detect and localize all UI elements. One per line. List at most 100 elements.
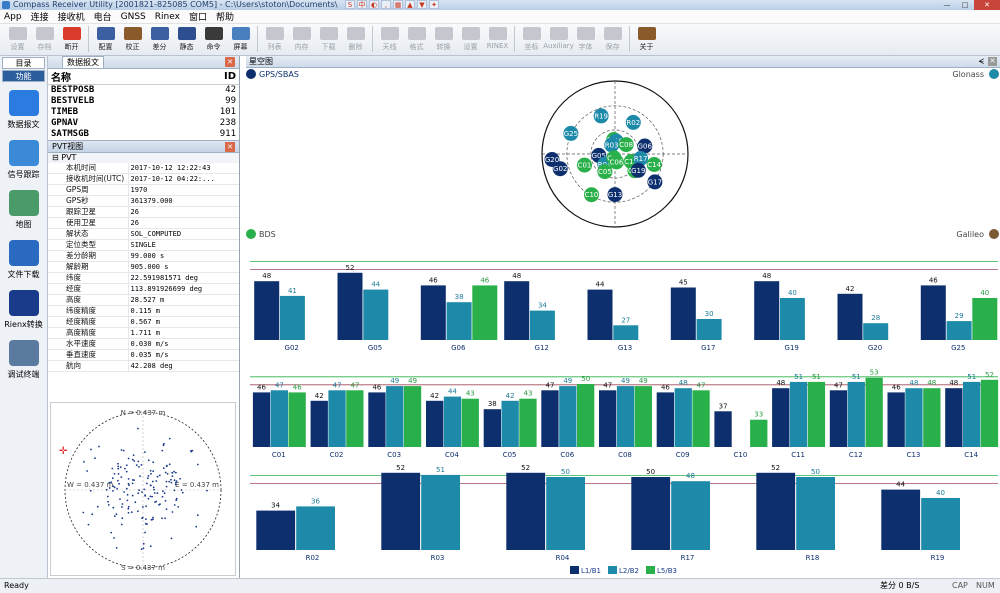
column-header-name[interactable]: 名称	[48, 69, 180, 85]
snr-group[interactable]: 48 34 G12	[504, 272, 555, 352]
toolbar-button[interactable]: 坐标	[518, 24, 545, 54]
nav-tab-functions[interactable]: 功能	[2, 70, 45, 82]
pvt-row[interactable]: 垂直速度 0.035 m/s	[48, 349, 239, 361]
snr-group[interactable]: 42 28 G20	[837, 285, 889, 352]
toolbar-button[interactable]: 断开	[58, 24, 85, 54]
toolbar-button[interactable]: RINEX	[484, 24, 511, 54]
pvt-row[interactable]: 本机时间 2017-10-12 12:22:43	[48, 163, 239, 174]
snr-group[interactable]: 45 30 G17	[670, 279, 722, 353]
satellite-marker[interactable]: R03	[604, 137, 620, 153]
snr-group[interactable]: 46 49 49 C03	[368, 377, 422, 459]
pvt-row[interactable]: GPS秒 361379.000	[48, 195, 239, 207]
nav-item[interactable]: 信号跟踪	[0, 135, 47, 185]
close-icon[interactable]: ✕	[974, 0, 1000, 10]
column-header-id[interactable]: ID	[179, 69, 239, 85]
satellite-marker[interactable]: C08	[618, 137, 634, 153]
satellite-marker[interactable]: G17	[647, 174, 663, 190]
pvt-row[interactable]: 经度精度 0.567 m	[48, 316, 239, 328]
table-row[interactable]: GPNAV 238	[48, 118, 239, 129]
snr-group[interactable]: 48 41 G02	[254, 272, 305, 352]
snr-group[interactable]: 47 51 53 C12	[829, 369, 883, 459]
toolbar-button[interactable]: 校正	[119, 24, 146, 54]
pvt-row[interactable]: 高度 28.527 m	[48, 294, 239, 306]
toolbar-button[interactable]: Auxiliary	[543, 24, 574, 54]
snr-group[interactable]: 46 29 40 G25	[920, 276, 998, 352]
snr-group[interactable]: 47 49 50 C06	[541, 375, 595, 459]
menu-item[interactable]: Rinex	[155, 12, 180, 22]
toolbar-button[interactable]: 设置	[4, 24, 31, 54]
pvt-row[interactable]: 接收机时间(UTC) 2017-10-12 04:22:...	[48, 173, 239, 185]
nav-item[interactable]: 地图	[0, 185, 47, 235]
table-row[interactable]: BESTPOSB 42	[48, 85, 239, 97]
toolbar-button[interactable]: 转换	[430, 24, 457, 54]
toolbar-button[interactable]: 屏幕	[227, 24, 254, 54]
toolbar-button[interactable]: 列表	[261, 24, 288, 54]
pvt-row[interactable]: 解状态 SOL_COMPUTED	[48, 228, 239, 240]
toolbar-button[interactable]: 字体	[572, 24, 599, 54]
snr-group[interactable]: 48 40 G19	[754, 272, 805, 352]
pvt-row[interactable]: 使用卫星 26	[48, 217, 239, 229]
satellite-marker[interactable]: C05	[597, 164, 613, 180]
satellite-marker[interactable]: R02	[625, 114, 641, 130]
ime-moon-icon[interactable]: ◐	[369, 0, 379, 9]
table-row[interactable]: BESTVELB 99	[48, 96, 239, 107]
toolbar-button[interactable]: 存档	[31, 24, 58, 54]
pin-icon[interactable]: ᗕ	[978, 56, 984, 67]
satellite-marker[interactable]: C10	[584, 187, 599, 203]
snr-group[interactable]: 34 36 R02	[256, 497, 335, 562]
snr-group[interactable]: 46 38 46 G06	[420, 276, 498, 352]
snr-group[interactable]: 44 27 G13	[587, 281, 639, 352]
tab-data-messages[interactable]: 数据报文	[62, 56, 104, 68]
snr-group[interactable]: 46 47 46 C01	[252, 381, 306, 459]
snr-group[interactable]: 52 50 R04	[506, 464, 585, 562]
ime-punct-icon[interactable]: ,	[381, 0, 391, 9]
snr-group[interactable]: 52 44 G05	[337, 264, 389, 352]
toolbar-button[interactable]: 设置	[457, 24, 484, 54]
snr-group[interactable]: 42 44 43 C04	[426, 388, 479, 459]
satellite-marker[interactable]: C14	[646, 157, 662, 172]
menu-item[interactable]: GNSS	[121, 12, 146, 22]
toolbar-button[interactable]: 格式	[403, 24, 430, 54]
snr-group[interactable]: 42 47 47 C02	[310, 381, 364, 459]
ime-shirt-icon[interactable]: ▼	[417, 0, 427, 9]
menu-item[interactable]: 窗口	[189, 10, 207, 23]
menu-item[interactable]: 帮助	[216, 10, 234, 23]
satellite-marker[interactable]: G13	[607, 187, 623, 203]
close-icon[interactable]: ✕	[988, 57, 997, 66]
snr-group[interactable]: 46 48 48 C13	[887, 379, 941, 459]
satellite-marker[interactable]: R19	[593, 108, 609, 124]
snr-group[interactable]: 46 48 47 C09	[656, 379, 710, 459]
toolbar-button[interactable]: 命令	[200, 24, 227, 54]
minimize-icon[interactable]: —	[938, 0, 956, 10]
toolbar-button[interactable]: 静态	[173, 24, 200, 54]
toolbar-button[interactable]: 差分	[146, 24, 173, 54]
toolbar-button[interactable]: 关于	[633, 24, 660, 54]
table-row[interactable]: TIMEB 101	[48, 107, 239, 118]
pvt-row[interactable]: 差分龄期 99.000 s	[48, 250, 239, 262]
nav-item[interactable]: 数据报文	[0, 85, 47, 135]
nav-item[interactable]: Rienx转换	[0, 285, 47, 335]
nav-item[interactable]: 调试终端	[0, 335, 47, 385]
ime-tool-icon[interactable]: ✦	[429, 0, 439, 9]
ime-user-icon[interactable]: ▲	[405, 0, 415, 9]
ime-toolbar[interactable]: S 中 ◐, ▦ ▲ ▼ ✦	[345, 0, 465, 10]
pvt-row[interactable]: 航向 42.208 deg	[48, 360, 239, 372]
table-row[interactable]: SATMSGB 911	[48, 129, 239, 140]
pvt-row[interactable]: 纬度 22.591981571 deg	[48, 272, 239, 284]
satellite-marker[interactable]: G20	[544, 152, 560, 167]
snr-group[interactable]: 52 50 R18	[756, 464, 835, 562]
pvt-group[interactable]: ⊟ PVT	[48, 153, 239, 163]
pvt-row[interactable]: 纬度精度 0.115 m	[48, 305, 239, 317]
close-icon[interactable]: ✕	[225, 142, 235, 152]
toolbar-button[interactable]: 天线	[376, 24, 403, 54]
pvt-row[interactable]: 解龄期 905.000 s	[48, 261, 239, 273]
toolbar-button[interactable]: 保存	[599, 24, 626, 54]
menu-item[interactable]: App	[4, 12, 22, 22]
ime-s-icon[interactable]: S	[345, 0, 355, 9]
ime-keyboard-icon[interactable]: ▦	[393, 0, 403, 9]
snr-group[interactable]: 50 48 R17	[631, 468, 710, 562]
pvt-row[interactable]: 水平速度 0.030 m/s	[48, 338, 239, 350]
toolbar-button[interactable]: 内存	[288, 24, 315, 54]
snr-group[interactable]: 44 40 R19	[881, 481, 960, 562]
satellite-marker[interactable]: C01	[577, 157, 592, 173]
